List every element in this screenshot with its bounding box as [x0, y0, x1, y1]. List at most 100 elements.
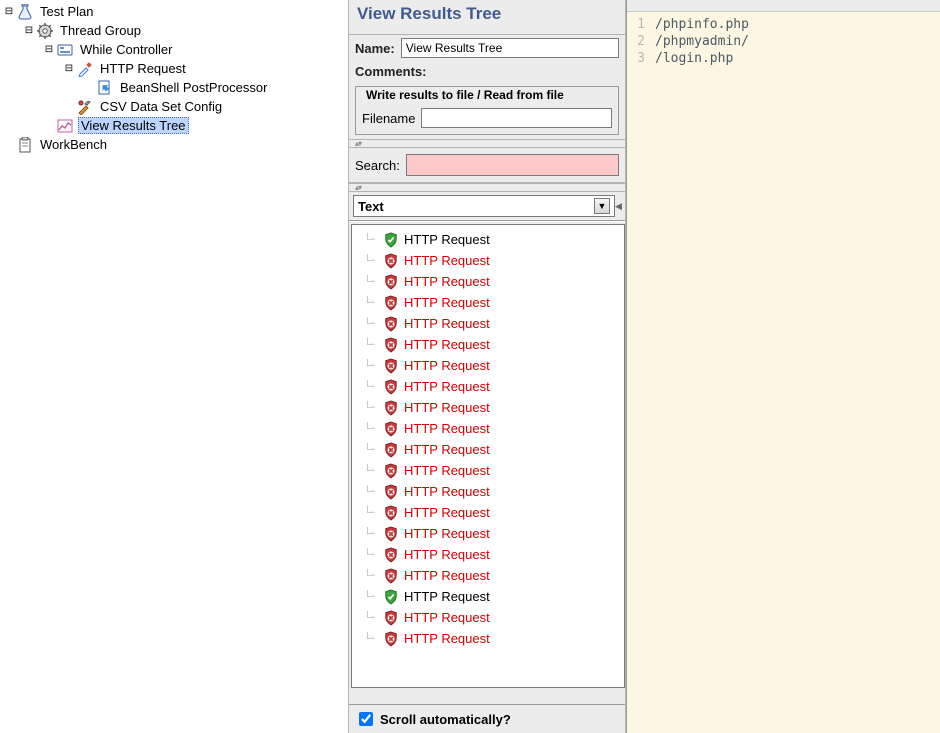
result-row[interactable]: └╴HTTP Request — [360, 460, 624, 481]
shield-error-icon — [384, 337, 398, 353]
shield-error-icon — [384, 547, 398, 563]
collapse-handle-icon[interactable]: ◀ — [615, 201, 621, 212]
tree-node-csv-config[interactable]: CSV Data Set Config — [64, 97, 348, 116]
tree-label: CSV Data Set Config — [98, 99, 224, 114]
result-row[interactable]: └╴ HTTP Request — [360, 544, 624, 565]
result-row[interactable]: └╴HTTP Request — [360, 481, 624, 502]
result-row[interactable]: └╴HTTP Request — [360, 439, 624, 460]
tree-branch-icon: └╴ — [360, 632, 378, 645]
name-input[interactable] — [401, 38, 619, 58]
result-row[interactable]: └╴ HTTP Request — [360, 586, 624, 607]
expand-icon[interactable]: ⊟ — [44, 44, 54, 55]
tree-label: While Controller — [78, 42, 174, 57]
tree-branch-icon: └╴ — [360, 590, 378, 603]
tree-branch-icon: └╴ — [360, 611, 378, 624]
result-label: HTTP Request — [404, 337, 490, 352]
tree-node-thread-group[interactable]: ⊟ Thread Group — [24, 21, 348, 40]
splitter-handle[interactable]: ▴▾ — [349, 183, 625, 192]
code-line[interactable]: /phpinfo.php — [655, 16, 940, 33]
shield-error-icon — [384, 421, 398, 437]
result-row[interactable]: └╴HTTP Request — [360, 565, 624, 586]
tree-branch-icon: └╴ — [360, 422, 378, 435]
shield-error-icon — [384, 358, 398, 374]
line-number: 2 — [627, 33, 645, 50]
tree-branch-icon: └╴ — [360, 464, 378, 477]
tree-label: Test Plan — [38, 4, 95, 19]
shield-error-icon — [384, 316, 398, 332]
tree-node-test-plan[interactable]: ⊟ Test Plan — [4, 2, 348, 21]
chevron-down-icon[interactable]: ▼ — [594, 198, 610, 214]
result-label: HTTP Request — [404, 295, 490, 310]
tree-branch-icon: └╴ — [360, 380, 378, 393]
results-list[interactable]: └╴ HTTP Request └╴ HTTP Request └╴ HTTP Reque… — [351, 224, 625, 688]
search-label: Search: — [355, 158, 400, 173]
tree-branch-icon: └╴ — [360, 317, 378, 330]
panel-title: View Results Tree — [349, 0, 625, 35]
result-label: HTTP Request — [404, 379, 490, 394]
result-row[interactable]: └╴ HTTP Request — [360, 376, 624, 397]
search-input[interactable] — [406, 154, 619, 176]
result-label: HTTP Request — [404, 547, 490, 562]
tree-label: WorkBench — [38, 137, 109, 152]
shield-error-icon — [384, 484, 398, 500]
result-label: HTTP Request — [404, 568, 490, 583]
splitter-handle[interactable]: ▴▾ — [349, 139, 625, 148]
results-icon — [56, 117, 74, 135]
shield-success-icon — [384, 232, 398, 248]
result-label: HTTP Request — [404, 400, 490, 415]
result-label: HTTP Request — [404, 589, 490, 604]
result-row[interactable]: └╴HTTP Request — [360, 355, 624, 376]
tree-branch-icon: └╴ — [360, 485, 378, 498]
result-row[interactable]: └╴HTTP Request — [360, 229, 624, 250]
result-row[interactable]: └╴HTTP Request — [360, 418, 624, 439]
tree-label: View Results Tree — [78, 117, 189, 134]
shield-error-icon — [384, 505, 398, 521]
test-plan-tree: ⊟ Test Plan ⊟ — [0, 0, 348, 733]
tree-branch-icon: └╴ — [360, 275, 378, 288]
line-number: 3 — [627, 50, 645, 67]
code-line[interactable]: /phpmyadmin/ — [655, 33, 940, 50]
result-label: HTTP Request — [404, 358, 490, 373]
result-row[interactable]: └╴HTTP Request — [360, 334, 624, 355]
expand-icon[interactable]: ⊟ — [24, 25, 34, 36]
result-row[interactable]: └╴HTTP Request — [360, 397, 624, 418]
tree-label: Thread Group — [58, 23, 143, 38]
scroll-auto-checkbox[interactable] — [359, 712, 373, 726]
shield-error-icon — [384, 400, 398, 416]
filename-input[interactable] — [421, 108, 612, 128]
tree-node-beanshell[interactable]: BeanShell PostProcessor — [84, 78, 348, 97]
gear-icon — [36, 22, 54, 40]
result-row[interactable]: └╴HTTP Request — [360, 502, 624, 523]
result-row[interactable]: └╴HTTP Request — [360, 607, 624, 628]
renderer-combo[interactable]: Text ▼ — [353, 195, 615, 217]
shield-error-icon — [384, 442, 398, 458]
line-number: 1 — [627, 16, 645, 33]
code-area[interactable]: /phpinfo.php/phpmyadmin//login.php — [651, 12, 940, 733]
tree-node-while-controller[interactable]: ⊟ While Controller — [44, 40, 348, 59]
result-row[interactable]: └╴HTTP Request — [360, 628, 624, 649]
expand-icon[interactable]: ⊟ — [4, 6, 14, 17]
result-row[interactable]: └╴HTTP Request — [360, 292, 624, 313]
view-results-panel: View Results Tree Name: Comments: Write … — [348, 0, 626, 733]
tree-branch-icon: └╴ — [360, 254, 378, 267]
flask-icon — [16, 3, 34, 21]
result-row[interactable]: └╴HTTP Request — [360, 313, 624, 334]
shield-error-icon — [384, 463, 398, 479]
tree-node-view-results-tree[interactable]: View Results Tree — [44, 116, 348, 135]
shield-success-icon — [384, 589, 398, 605]
document-arrow-icon — [96, 79, 114, 97]
result-row[interactable]: └╴HTTP Request — [360, 250, 624, 271]
result-row[interactable]: └╴HTTP Request — [360, 523, 624, 544]
tree-branch-icon: └╴ — [360, 443, 378, 456]
code-line[interactable]: /login.php — [655, 50, 940, 67]
tree-node-http-request[interactable]: ⊟ HTTP Request — [64, 59, 348, 78]
clipboard-icon — [16, 136, 34, 154]
shield-error-icon — [384, 610, 398, 626]
tree-node-workbench[interactable]: WorkBench — [4, 135, 348, 154]
shield-error-icon — [384, 379, 398, 395]
expand-icon[interactable]: ⊟ — [64, 63, 74, 74]
result-row[interactable]: └╴HTTP Request — [360, 271, 624, 292]
write-results-group: Write results to file / Read from file F… — [355, 86, 619, 135]
tree-branch-icon: └╴ — [360, 548, 378, 561]
result-label: HTTP Request — [404, 526, 490, 541]
